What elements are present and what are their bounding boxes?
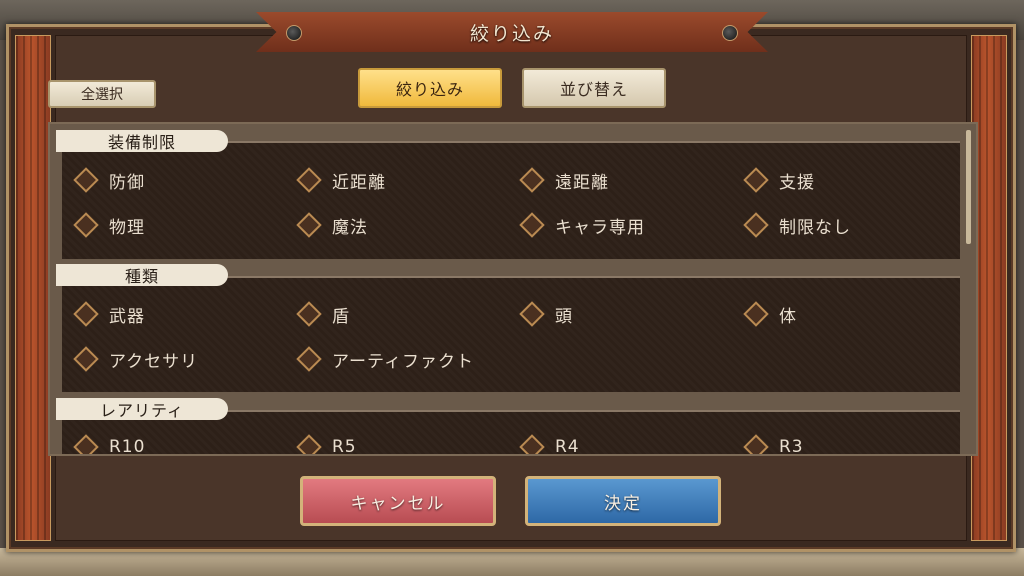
background-scenery-bottom: [0, 548, 1024, 576]
diamond-checkbox-icon: [73, 434, 99, 454]
dialog-title: 絞り込み: [469, 22, 554, 45]
diamond-checkbox-icon: [519, 434, 545, 454]
option-checkbox[interactable]: R3: [740, 432, 804, 454]
scrollbar[interactable]: [966, 130, 971, 244]
rivet-icon: [286, 25, 302, 41]
option-checkbox[interactable]: R10: [70, 432, 145, 454]
decorative-border-left: [15, 35, 51, 541]
option-checkbox[interactable]: R4: [516, 432, 580, 454]
cancel-button[interactable]: キャンセル: [300, 476, 496, 526]
rivet-icon: [722, 25, 738, 41]
confirm-button[interactable]: 決定: [525, 476, 721, 526]
diamond-checkbox-icon: [743, 434, 769, 454]
diamond-checkbox-icon: [296, 434, 322, 454]
select-all-button[interactable]: 全選択: [48, 80, 156, 108]
dialog-title-banner: 絞り込み: [256, 12, 768, 52]
tab-filter[interactable]: 絞り込み: [358, 68, 502, 108]
tab-sort[interactable]: 並び替え: [522, 68, 666, 108]
section-label: レアリティ: [56, 398, 228, 420]
option-checkbox[interactable]: R5: [293, 432, 357, 454]
